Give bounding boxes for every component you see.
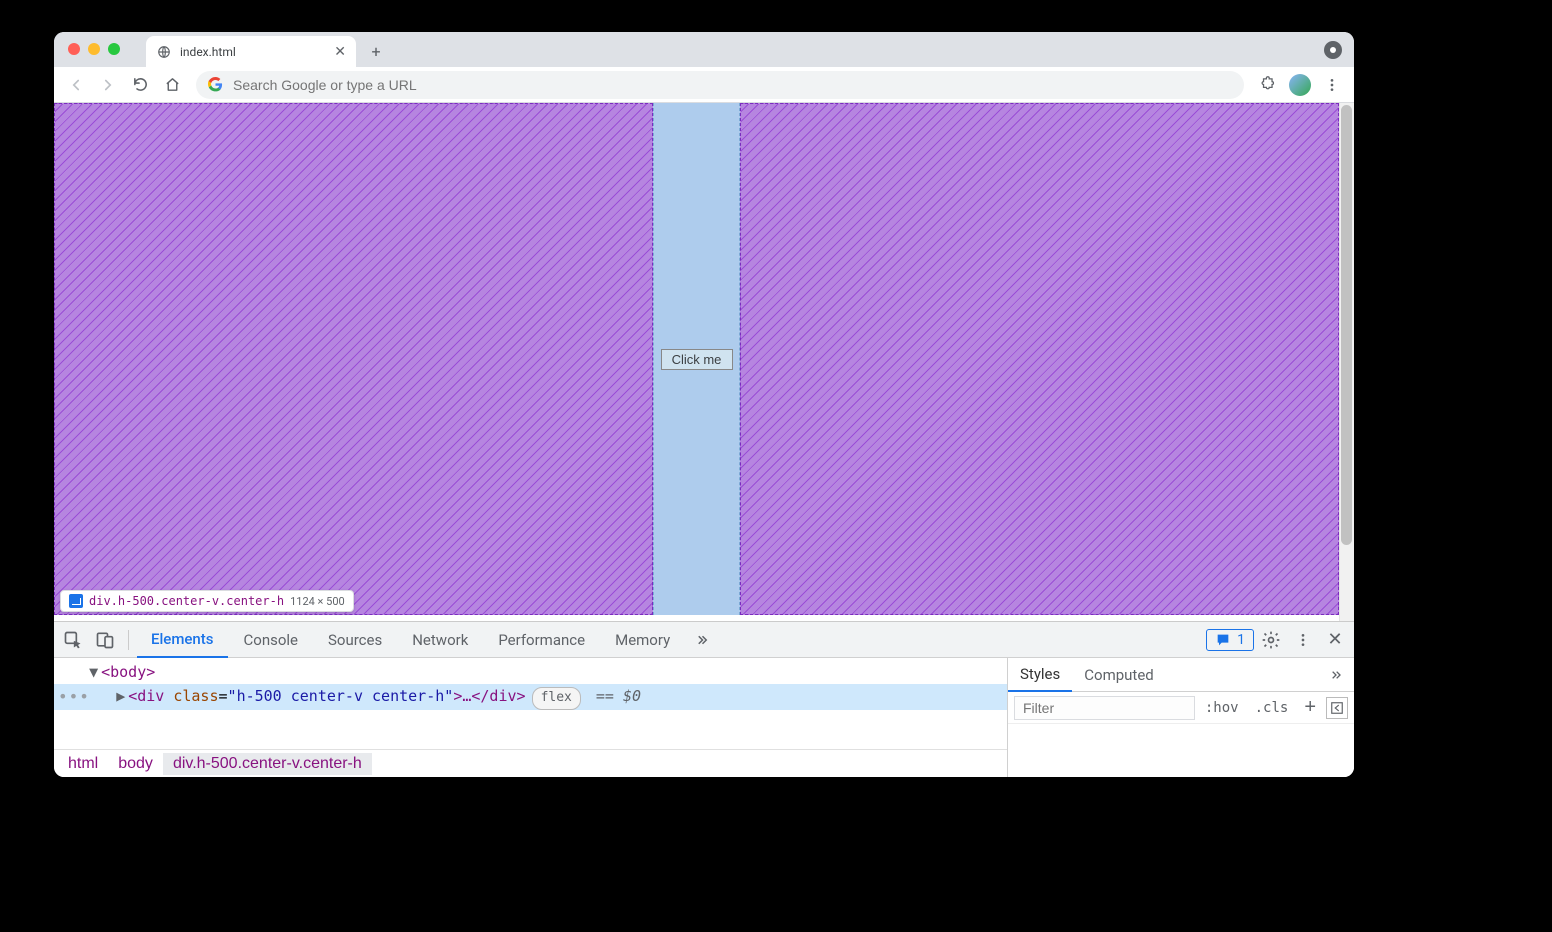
tab-network[interactable]: Network — [398, 622, 482, 658]
cls-toggle[interactable]: .cls — [1249, 700, 1295, 716]
profile-avatar[interactable] — [1286, 71, 1314, 99]
devtools-tabbar: Elements Console Sources Network Perform… — [54, 622, 1354, 658]
home-button[interactable] — [158, 71, 186, 99]
dom-breadcrumbs: html body div.h-500.center-v.center-h — [54, 749, 1007, 777]
window-controls — [68, 43, 120, 55]
elements-panel: ▼<body> ••• ▶<div class="h-500 center-v … — [54, 658, 1008, 777]
issues-badge[interactable]: 1 — [1206, 629, 1254, 651]
scrollbar-thumb[interactable] — [1341, 105, 1352, 545]
flex-badge[interactable]: flex — [532, 687, 581, 710]
forward-button[interactable] — [94, 71, 122, 99]
crumb-body[interactable]: body — [108, 753, 163, 775]
styles-toolbar: :hov .cls + — [1008, 692, 1354, 724]
browser-window: index.html ✕ + — [54, 32, 1354, 777]
chrome-menu-button[interactable] — [1318, 71, 1346, 99]
tooltip-dimensions: 1124 × 500 — [290, 595, 345, 608]
dom-line-body[interactable]: ▼<body> — [54, 660, 1007, 684]
tab-close-button[interactable]: ✕ — [334, 44, 346, 60]
devtools-close-button[interactable]: ✕ — [1320, 625, 1350, 655]
tooltip-selector: div.h-500.center-v.center-h — [89, 594, 284, 608]
search-tabs-button[interactable] — [1324, 41, 1342, 59]
styles-more-tabs[interactable] — [1318, 667, 1354, 683]
title-bar: index.html ✕ + — [54, 32, 1354, 67]
google-icon — [208, 77, 223, 92]
styles-tabs: Styles Computed — [1008, 658, 1354, 692]
highlight-margin-right — [740, 103, 1339, 615]
tab-console[interactable]: Console — [230, 622, 313, 658]
tab-strip: index.html ✕ + — [146, 32, 390, 67]
page-content: Click me div.h-500.center-v.center-h 112… — [54, 103, 1339, 615]
tab-title: index.html — [180, 45, 326, 59]
highlight-margin-left — [54, 103, 653, 615]
dollar-zero-indicator: == $0 — [587, 687, 641, 705]
devtools-panel: Elements Console Sources Network Perform… — [54, 621, 1354, 777]
divider — [128, 630, 129, 650]
tab-styles[interactable]: Styles — [1008, 658, 1072, 692]
devtools-body: ▼<body> ••• ▶<div class="h-500 center-v … — [54, 658, 1354, 777]
issues-count: 1 — [1237, 632, 1245, 648]
close-window-button[interactable] — [68, 43, 80, 55]
page-icon — [156, 44, 172, 60]
device-toolbar-button[interactable] — [90, 625, 120, 655]
dom-tree[interactable]: ▼<body> ••• ▶<div class="h-500 center-v … — [54, 658, 1007, 749]
more-tabs-button[interactable] — [686, 625, 716, 655]
minimize-window-button[interactable] — [88, 43, 100, 55]
new-tab-button[interactable]: + — [362, 37, 390, 65]
vertical-scrollbar[interactable] — [1339, 103, 1354, 621]
flex-badge-icon — [69, 594, 83, 608]
inspect-overlay: Click me div.h-500.center-v.center-h 112… — [54, 103, 1339, 615]
styles-filter-input[interactable] — [1014, 696, 1195, 720]
tab-computed[interactable]: Computed — [1072, 658, 1166, 692]
toolbar — [54, 67, 1354, 103]
tab-memory[interactable]: Memory — [601, 622, 684, 658]
devtools-settings-button[interactable] — [1256, 625, 1286, 655]
computed-styles-sidebar-button[interactable] — [1326, 697, 1348, 719]
crumb-html[interactable]: html — [58, 753, 108, 775]
styles-panel: Styles Computed :hov .cls + — [1008, 658, 1354, 777]
address-bar[interactable] — [196, 71, 1244, 99]
back-button[interactable] — [62, 71, 90, 99]
extensions-button[interactable] — [1254, 71, 1282, 99]
inspect-tooltip: div.h-500.center-v.center-h 1124 × 500 — [60, 590, 354, 612]
inspect-element-button[interactable] — [58, 625, 88, 655]
new-style-rule-button[interactable]: + — [1298, 696, 1322, 719]
page-viewport: Click me div.h-500.center-v.center-h 112… — [54, 103, 1354, 621]
devtools-menu-button[interactable] — [1288, 625, 1318, 655]
tab-elements[interactable]: Elements — [137, 622, 228, 658]
browser-tab[interactable]: index.html ✕ — [146, 36, 356, 67]
reload-button[interactable] — [126, 71, 154, 99]
tab-sources[interactable]: Sources — [314, 622, 396, 658]
hov-toggle[interactable]: :hov — [1199, 700, 1245, 716]
omnibox-input[interactable] — [233, 77, 1232, 93]
tab-performance[interactable]: Performance — [484, 622, 599, 658]
click-me-button[interactable]: Click me — [661, 349, 733, 370]
dom-line-div-selected[interactable]: ••• ▶<div class="h-500 center-v center-h… — [54, 684, 1007, 710]
crumb-div[interactable]: div.h-500.center-v.center-h — [163, 753, 372, 775]
maximize-window-button[interactable] — [108, 43, 120, 55]
